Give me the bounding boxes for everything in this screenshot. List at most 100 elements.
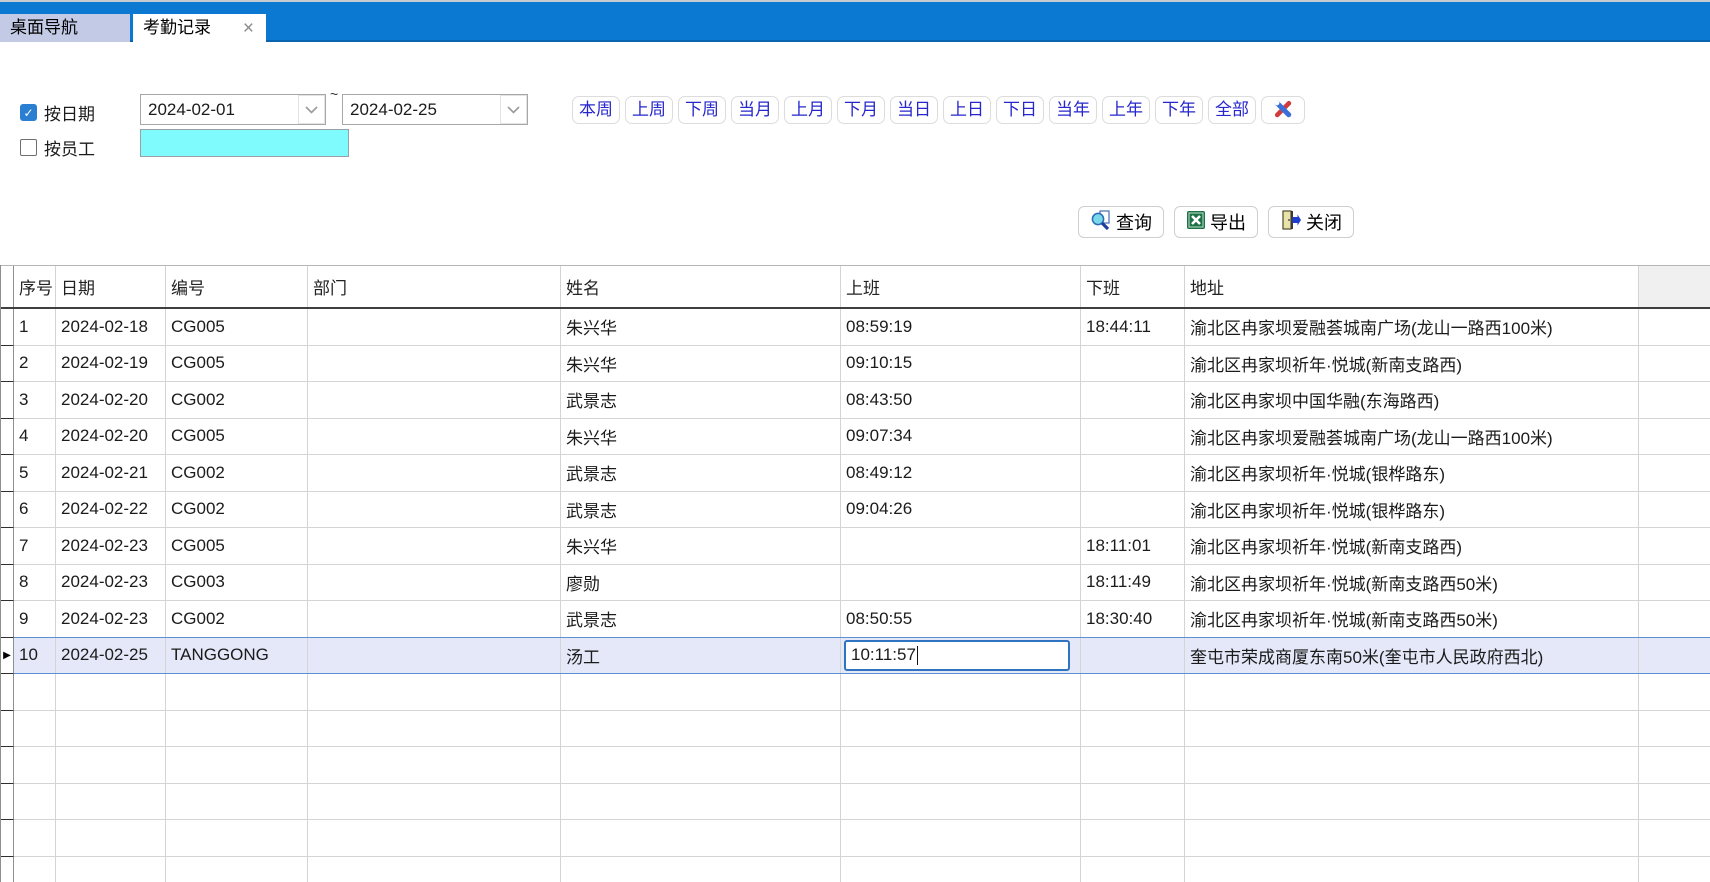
cell-time_out[interactable]: 18:44:11 [1081, 309, 1185, 345]
cell-name[interactable]: 武景志 [561, 601, 841, 637]
cell-time_out[interactable]: 18:11:49 [1081, 565, 1185, 601]
quick-range-button-7[interactable]: 上日 [943, 96, 991, 124]
tab-attendance-records[interactable]: 考勤记录 × [133, 14, 266, 42]
cell-dept[interactable] [308, 382, 561, 418]
cell-name[interactable]: 武景志 [561, 382, 841, 418]
cell-code[interactable]: CG005 [166, 419, 308, 455]
cell-time_out[interactable]: 18:30:40 [1081, 601, 1185, 637]
by-employee-checkbox[interactable]: 按员工 [20, 135, 95, 160]
cell-time_in[interactable]: 10:11:57 [841, 638, 1081, 674]
cell-time_out[interactable] [1081, 419, 1185, 455]
cell-time_in[interactable] [841, 528, 1081, 564]
cell-name[interactable]: 廖勋 [561, 565, 841, 601]
cell-dept[interactable] [308, 346, 561, 382]
table-row-9[interactable]: 92024-02-23CG002武景志08:50:5518:30:40渝北区冉家… [1, 601, 1710, 638]
cell-addr[interactable]: 渝北区冉家坝中国华融(东海路西) [1185, 382, 1639, 418]
date-to-combobox[interactable]: 2024-02-25 [342, 94, 528, 125]
quick-range-button-9[interactable]: 当年 [1049, 96, 1097, 124]
cell-addr[interactable]: 渝北区冉家坝祈年·悦城(银桦路东) [1185, 455, 1639, 491]
query-button[interactable]: 查询 [1078, 206, 1164, 238]
cell-date[interactable]: 2024-02-23 [56, 565, 166, 601]
table-row-1[interactable]: 12024-02-18CG005朱兴华08:59:1918:44:11渝北区冉家… [1, 309, 1710, 346]
row-indicator[interactable] [1, 346, 14, 383]
tab-desktop-navigation[interactable]: 桌面导航 [0, 14, 130, 42]
cell-date[interactable]: 2024-02-23 [56, 601, 166, 637]
cell-date[interactable]: 2024-02-20 [56, 382, 166, 418]
cell-addr[interactable]: 渝北区冉家坝祈年·悦城(新南支路西) [1185, 346, 1639, 382]
cell-no[interactable]: 4 [14, 419, 56, 455]
close-button[interactable]: 关闭 [1268, 206, 1354, 238]
cell-dept[interactable] [308, 309, 561, 345]
column-header-time_in[interactable]: 上班 [841, 266, 1081, 307]
quick-range-button-6[interactable]: 当日 [890, 96, 938, 124]
cell-addr[interactable]: 渝北区冉家坝祈年·悦城(新南支路西50米) [1185, 565, 1639, 601]
row-indicator[interactable] [1, 382, 14, 419]
cell-time_in[interactable]: 09:04:26 [841, 492, 1081, 528]
quick-range-button-8[interactable]: 下日 [996, 96, 1044, 124]
checkbox-checked-icon[interactable]: ✓ [20, 104, 37, 121]
cell-code[interactable]: CG003 [166, 565, 308, 601]
tools-button[interactable] [1261, 96, 1305, 124]
cell-time_in[interactable] [841, 565, 1081, 601]
column-header-name[interactable]: 姓名 [561, 266, 841, 307]
cell-dept[interactable] [308, 419, 561, 455]
chevron-down-icon[interactable] [500, 95, 527, 124]
cell-time_in[interactable]: 08:59:19 [841, 309, 1081, 345]
employee-input[interactable] [140, 129, 349, 157]
cell-date[interactable]: 2024-02-20 [56, 419, 166, 455]
cell-addr[interactable]: 渝北区冉家坝爱融荟城南广场(龙山一路西100米) [1185, 309, 1639, 345]
row-indicator-current[interactable]: ▶ [1, 638, 14, 675]
cell-time_in[interactable]: 09:07:34 [841, 419, 1081, 455]
table-row-10[interactable]: ▶102024-02-25TANGGONG 汤工10:11:57 奎屯市荣成商厦东南… [1, 637, 1710, 675]
cell-name[interactable]: 朱兴华 [561, 528, 841, 564]
cell-code[interactable]: TANGGONG [166, 638, 308, 674]
cell-addr[interactable]: 渝北区冉家坝祈年·悦城(新南支路西) [1185, 528, 1639, 564]
cell-date[interactable]: 2024-02-25 [56, 638, 166, 674]
row-indicator[interactable] [1, 309, 14, 346]
cell-name[interactable]: 朱兴华 [561, 419, 841, 455]
quick-range-button-12[interactable]: 全部 [1208, 96, 1256, 124]
quick-range-button-10[interactable]: 上年 [1102, 96, 1150, 124]
cell-dept[interactable] [308, 528, 561, 564]
quick-range-button-11[interactable]: 下年 [1155, 96, 1203, 124]
cell-name[interactable]: 朱兴华 [561, 309, 841, 345]
cell-dept[interactable] [308, 455, 561, 491]
cell-addr[interactable]: 渝北区冉家坝爱融荟城南广场(龙山一路西100米) [1185, 419, 1639, 455]
cell-code[interactable]: CG005 [166, 309, 308, 345]
chevron-down-icon[interactable] [298, 95, 325, 124]
quick-range-button-0[interactable]: 本周 [572, 96, 620, 124]
cell-time_out[interactable] [1081, 492, 1185, 528]
cell-name[interactable]: 汤工 [561, 638, 841, 674]
date-from-combobox[interactable]: 2024-02-01 [140, 94, 326, 125]
table-row-8[interactable]: 82024-02-23CG003廖勋18:11:49渝北区冉家坝祈年·悦城(新南… [1, 565, 1710, 602]
column-header-no[interactable]: 序号 [14, 266, 56, 307]
cell-dept[interactable] [308, 492, 561, 528]
row-indicator[interactable] [1, 492, 14, 529]
table-row-6[interactable]: 62024-02-22CG002武景志09:04:26渝北区冉家坝祈年·悦城(银… [1, 492, 1710, 529]
column-header-date[interactable]: 日期 [56, 266, 166, 307]
cell-name[interactable]: 武景志 [561, 455, 841, 491]
cell-addr[interactable]: 奎屯市荣成商厦东南50米(奎屯市人民政府西北) [1185, 638, 1639, 674]
cell-date[interactable]: 2024-02-21 [56, 455, 166, 491]
cell-no[interactable]: 5 [14, 455, 56, 491]
cell-code[interactable]: CG002 [166, 382, 308, 418]
table-row-7[interactable]: 72024-02-23CG005朱兴华18:11:01渝北区冉家坝祈年·悦城(新… [1, 528, 1710, 565]
close-tab-icon[interactable]: × [241, 19, 256, 38]
row-indicator[interactable] [1, 419, 14, 456]
cell-no[interactable]: 6 [14, 492, 56, 528]
cell-no[interactable]: 10 [14, 638, 56, 674]
cell-code[interactable]: CG005 [166, 528, 308, 564]
cell-time_in[interactable]: 09:10:15 [841, 346, 1081, 382]
quick-range-button-5[interactable]: 下月 [837, 96, 885, 124]
cell-code[interactable]: CG002 [166, 455, 308, 491]
row-indicator[interactable] [1, 565, 14, 602]
cell-no[interactable]: 2 [14, 346, 56, 382]
quick-range-button-1[interactable]: 上周 [625, 96, 673, 124]
cell-code[interactable]: CG002 [166, 601, 308, 637]
export-button[interactable]: 导出 [1174, 206, 1258, 238]
cell-no[interactable]: 3 [14, 382, 56, 418]
column-header-time_out[interactable]: 下班 [1081, 266, 1185, 307]
cell-date[interactable]: 2024-02-19 [56, 346, 166, 382]
cell-time_in[interactable]: 08:50:55 [841, 601, 1081, 637]
cell-time_out[interactable] [1081, 638, 1185, 674]
